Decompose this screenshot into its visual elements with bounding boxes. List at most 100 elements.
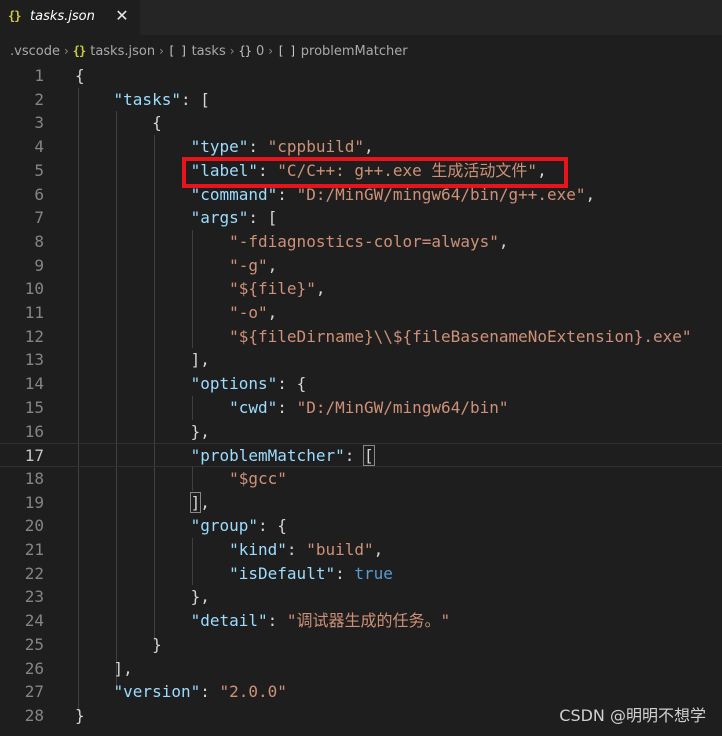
code-line[interactable]: 9 "-g", bbox=[0, 254, 722, 278]
punctuation bbox=[75, 161, 191, 180]
code-line[interactable]: 23 }, bbox=[0, 585, 722, 609]
breadcrumb-item[interactable]: {} tasks.json bbox=[73, 44, 155, 59]
punctuation bbox=[75, 208, 191, 227]
breadcrumb-item[interactable]: {} 0 bbox=[239, 44, 265, 59]
punctuation: : bbox=[248, 137, 268, 157]
punctuation bbox=[75, 611, 191, 630]
tab-tasks-json[interactable]: {} tasks.json ✕ bbox=[0, 0, 140, 35]
line-number: 2 bbox=[34, 89, 44, 109]
chevron-right-icon: › bbox=[229, 44, 235, 58]
code-text: { bbox=[75, 111, 162, 135]
punctuation: : bbox=[286, 540, 307, 559]
tab-title: tasks.json bbox=[30, 9, 95, 24]
code-line[interactable]: 21 "kind": "build", bbox=[0, 538, 722, 562]
json-key: "version" bbox=[113, 682, 201, 702]
code-line[interactable]: 8 "-fdiagnostics-color=always", bbox=[0, 230, 722, 254]
json-string: "build" bbox=[306, 540, 374, 559]
line-number: 9 bbox=[34, 255, 44, 275]
punctuation bbox=[75, 564, 229, 583]
json-key: "tasks" bbox=[113, 89, 181, 109]
punctuation: , bbox=[585, 184, 596, 204]
punctuation bbox=[75, 137, 191, 156]
code-line[interactable]: 12 "${fileDirname}\\${fileBasenameNoExte… bbox=[0, 325, 722, 349]
code-text: }, bbox=[75, 585, 210, 609]
json-boolean: true bbox=[354, 563, 393, 583]
code-line[interactable]: 20 "group": { bbox=[0, 514, 722, 538]
punctuation bbox=[75, 185, 191, 204]
json-key: "kind" bbox=[229, 540, 287, 559]
code-line[interactable]: 25 } bbox=[0, 633, 722, 657]
line-number: 18 bbox=[24, 468, 44, 488]
line-number: 28 bbox=[24, 705, 44, 725]
code-line[interactable]: 19 ], bbox=[0, 491, 722, 515]
punctuation: , bbox=[373, 540, 384, 559]
punctuation: { bbox=[75, 113, 162, 133]
chevron-right-icon: › bbox=[159, 44, 164, 58]
line-number: 1 bbox=[34, 66, 44, 85]
watermark: CSDN @明明不想学 bbox=[559, 706, 706, 725]
code-line[interactable]: 22 "isDefault": true bbox=[0, 562, 722, 586]
code-line[interactable]: 10 "${file}", bbox=[0, 277, 722, 301]
punctuation bbox=[75, 232, 229, 251]
code-line[interactable]: 14 "options": { bbox=[0, 372, 722, 396]
code-line[interactable]: 4 "type": "cppbuild", bbox=[0, 135, 722, 159]
code-text: "options": { bbox=[75, 372, 307, 396]
line-number: 4 bbox=[34, 137, 44, 157]
punctuation: } bbox=[75, 634, 162, 654]
line-number: 16 bbox=[24, 421, 44, 441]
line-number: 8 bbox=[34, 231, 44, 251]
json-key: "problemMatcher" bbox=[190, 446, 345, 466]
code-text: "type": "cppbuild", bbox=[75, 135, 374, 159]
punctuation: : bbox=[200, 682, 220, 702]
punctuation bbox=[75, 446, 191, 465]
breadcrumb-item[interactable]: .vscode bbox=[10, 44, 60, 59]
code-line[interactable]: 15 "cwd": "D:/MinGW/mingw64/bin" bbox=[0, 396, 722, 420]
json-braces-icon: {} bbox=[8, 9, 21, 23]
json-key: "options" bbox=[190, 374, 278, 394]
json-key: "type" bbox=[190, 137, 249, 157]
code-text: ], bbox=[75, 657, 133, 681]
punctuation: , bbox=[267, 255, 278, 275]
line-number: 20 bbox=[24, 516, 44, 536]
punctuation bbox=[75, 256, 229, 275]
code-line[interactable]: 1{ bbox=[0, 64, 722, 88]
code-line[interactable]: 3 { bbox=[0, 111, 722, 135]
breadcrumb-item[interactable]: [ ] problemMatcher bbox=[277, 44, 408, 59]
punctuation: } bbox=[75, 705, 85, 725]
line-number: 3 bbox=[34, 113, 44, 133]
bracket-match: ] bbox=[189, 491, 202, 513]
code-line[interactable]: 16 }, bbox=[0, 420, 722, 444]
json-key: "group" bbox=[190, 516, 259, 536]
code-line[interactable]: 11 "-o", bbox=[0, 301, 722, 325]
json-string: "$gcc" bbox=[229, 468, 287, 488]
line-number: 14 bbox=[24, 374, 44, 394]
punctuation: : [ bbox=[180, 89, 210, 109]
line-number: 11 bbox=[24, 303, 44, 322]
breadcrumb-label: 0 bbox=[255, 43, 265, 59]
code-line[interactable]: 17 "problemMatcher": [ bbox=[0, 443, 722, 467]
code-text: "group": { bbox=[75, 514, 287, 538]
code-text: "$gcc" bbox=[75, 467, 287, 491]
code-line[interactable]: 18 "$gcc" bbox=[0, 467, 722, 491]
code-text: "-g", bbox=[75, 254, 277, 278]
line-number: 26 bbox=[24, 658, 44, 678]
code-line[interactable]: 2 "tasks": [ bbox=[0, 88, 722, 112]
close-icon[interactable]: ✕ bbox=[113, 6, 131, 26]
code-line[interactable]: 24 "detail": "调试器生成的任务。" bbox=[0, 609, 722, 633]
code-text: "${file}", bbox=[75, 277, 325, 301]
json-string: "${file}" bbox=[229, 279, 316, 299]
code-line[interactable]: 27 "version": "2.0.0" bbox=[0, 680, 722, 704]
punctuation: , bbox=[200, 492, 210, 512]
punctuation: : bbox=[267, 611, 287, 631]
punctuation bbox=[75, 398, 229, 417]
code-text: ], bbox=[75, 491, 210, 515]
breadcrumb-label: tasks bbox=[191, 43, 226, 59]
json-string: "cppbuild" bbox=[267, 137, 364, 157]
code-line[interactable]: 13 ], bbox=[0, 348, 722, 372]
punctuation: { bbox=[75, 66, 85, 85]
json-string: "-o" bbox=[229, 303, 268, 322]
punctuation bbox=[75, 303, 229, 322]
code-line[interactable]: 7 "args": [ bbox=[0, 206, 722, 230]
breadcrumb-item[interactable]: [ ] tasks bbox=[168, 44, 226, 59]
code-line[interactable]: 26 ], bbox=[0, 657, 722, 681]
